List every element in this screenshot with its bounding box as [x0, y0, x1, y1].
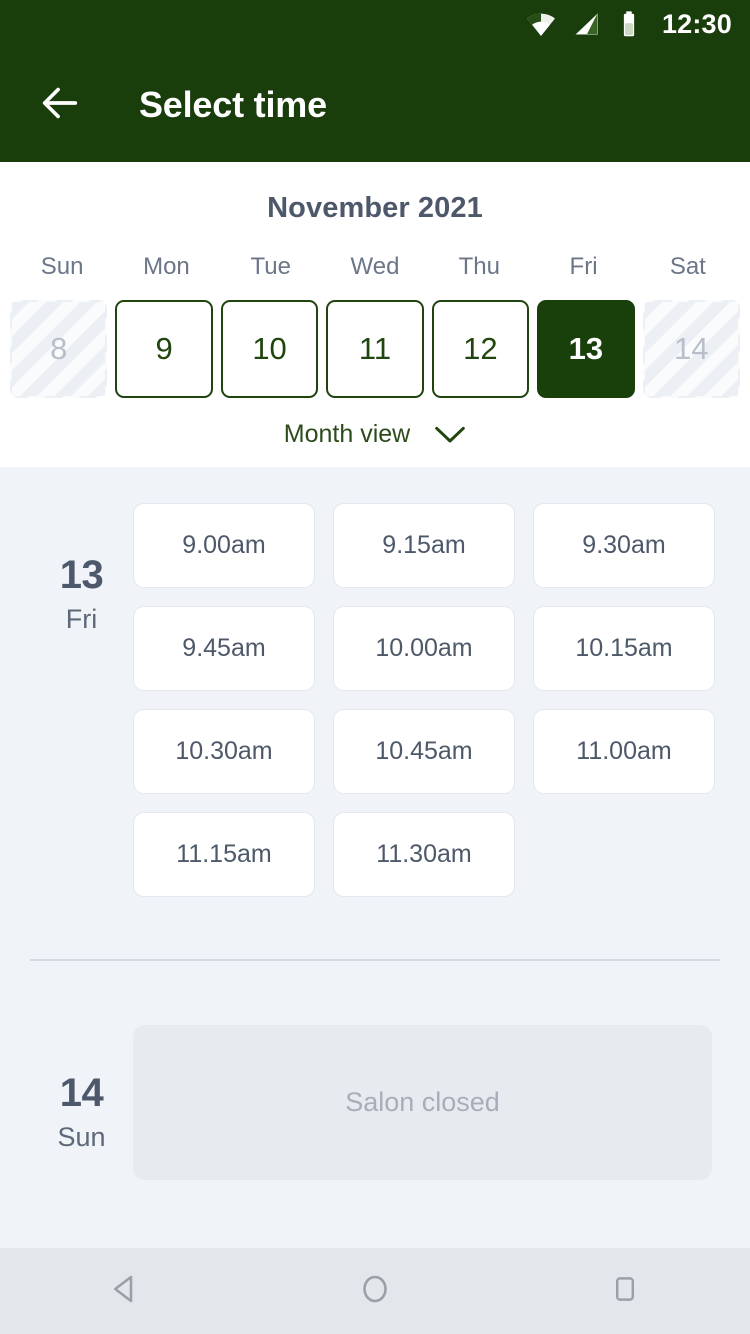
slot-group-day-weekday: Fri [65, 604, 98, 634]
day-slot-group-13: 13 Fri 9.00am 9.15am 9.30am 9.45am 10.00… [0, 467, 750, 897]
time-slot[interactable]: 9.45am [133, 606, 315, 691]
app-bar: Select time [0, 48, 750, 162]
weekday-label-sat: Sat [669, 253, 706, 280]
battery-icon [616, 10, 642, 38]
wifi-icon [526, 9, 556, 39]
circle-home-icon [357, 1271, 393, 1312]
time-slot[interactable]: 11.00am [533, 709, 715, 794]
slot-group-day-number: 13 [59, 553, 104, 597]
cellular-signal-icon [572, 10, 600, 38]
time-slot[interactable]: 9.15am [333, 503, 515, 588]
time-slot[interactable]: 10.45am [333, 709, 515, 794]
time-slot[interactable]: 10.15am [533, 606, 715, 691]
weekday-label-fri: Fri [569, 253, 598, 280]
time-slot-grid: 9.00am 9.15am 9.30am 9.45am 10.00am 10.1… [133, 503, 720, 897]
triangle-back-icon [107, 1271, 143, 1312]
page-title: Select time [139, 84, 327, 125]
calendar-day-11[interactable]: 11 [326, 300, 424, 398]
nav-home-button[interactable] [320, 1248, 430, 1334]
weekday-label-sun: Sun [40, 253, 84, 280]
calendar-panel: November 2021 Sun Mon Tue Wed Thu Fri Sa… [0, 162, 750, 467]
time-slot[interactable]: 11.30am [333, 812, 515, 897]
status-bar: 12:30 [0, 0, 750, 48]
salon-closed-banner: Salon closed [133, 1025, 712, 1180]
calendar-day-14: 14 [643, 300, 740, 398]
android-navigation-bar [0, 1248, 750, 1334]
day-slot-group-14: 14 Sun Salon closed [0, 961, 750, 1180]
back-button[interactable] [34, 79, 86, 131]
time-slot[interactable]: 11.15am [133, 812, 315, 897]
nav-recents-button[interactable] [570, 1248, 680, 1334]
time-slots-scroll-area[interactable]: 13 Fri 9.00am 9.15am 9.30am 9.45am 10.00… [0, 467, 750, 1248]
time-slot[interactable]: 9.00am [133, 503, 315, 588]
square-recents-icon [608, 1272, 642, 1311]
month-view-toggle[interactable]: Month view [0, 420, 750, 449]
weekday-label-tue: Tue [250, 253, 291, 280]
weekday-label-thu: Thu [458, 253, 500, 280]
status-bar-clock: 12:30 [661, 8, 732, 39]
time-slot[interactable]: 10.00am [333, 606, 515, 691]
calendar-day-13[interactable]: 13 [537, 300, 635, 398]
time-slot[interactable]: 10.30am [133, 709, 315, 794]
chevron-down-icon [434, 425, 466, 445]
calendar-day-8: 8 [10, 300, 107, 398]
month-view-label: Month view [283, 420, 411, 448]
calendar-day-10[interactable]: 10 [220, 300, 319, 398]
nav-back-button[interactable] [70, 1248, 180, 1334]
closed-group-day-weekday: Sun [57, 1122, 106, 1152]
weekday-label-mon: Mon [143, 253, 190, 280]
calendar-days-row: 8 9 10 11 12 13 14 [0, 300, 750, 398]
calendar-month-title: November 2021 [267, 192, 483, 224]
phone-screen: 12:30 Select time November 2021 Sun Mon … [0, 0, 750, 1334]
slot-group-day-label-13: 13 Fri [30, 503, 133, 897]
arrow-left-icon [37, 80, 83, 131]
weekday-label-wed: Wed [350, 253, 400, 280]
closed-group-day-label-14: 14 Sun [30, 1025, 133, 1180]
weekday-header-row: Sun Mon Tue Wed Thu Fri Sat [0, 253, 750, 281]
calendar-day-9[interactable]: 9 [115, 300, 213, 398]
closed-group-day-number: 14 [59, 1071, 104, 1115]
calendar-day-12[interactable]: 12 [431, 300, 530, 398]
time-slot[interactable]: 9.30am [533, 503, 715, 588]
